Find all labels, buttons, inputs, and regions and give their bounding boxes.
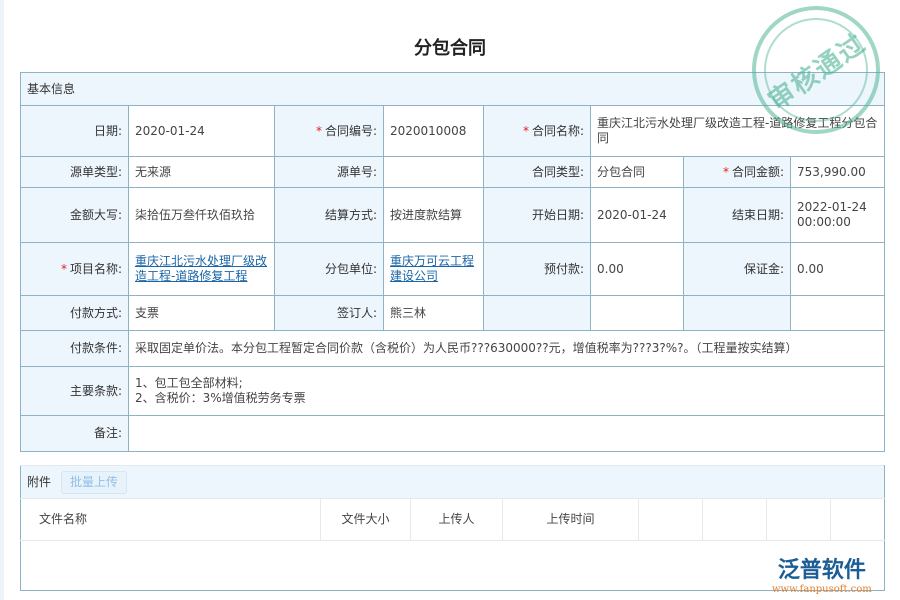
contract-type-value: 分包合同	[591, 157, 684, 188]
contract-name-value: 重庆江北污水处理厂级改造工程-道路修复工程分包合同	[591, 106, 885, 157]
attachments-table: 附件批量上传 文件名称 文件大小 上传人 上传时间	[20, 465, 885, 591]
contract-no-value: 2020010008	[384, 106, 484, 157]
deposit-value: 0.00	[791, 243, 885, 296]
end-date-label: 结束日期:	[684, 188, 791, 243]
col-empty	[639, 499, 703, 541]
contract-type-label: 合同类型:	[484, 157, 591, 188]
col-uploader: 上传人	[411, 499, 503, 541]
attachments-header: 附件批量上传	[21, 466, 885, 499]
contract-no-label: *合同编号:	[275, 106, 384, 157]
amount-value: 753,990.00	[791, 157, 885, 188]
left-scrollbar-track	[0, 0, 4, 600]
amount-upper-label: 金额大写:	[21, 188, 129, 243]
project-link[interactable]: 重庆江北污水处理厂级改造工程-道路修复工程	[135, 254, 267, 283]
col-empty	[831, 499, 885, 541]
col-file-size: 文件大小	[321, 499, 411, 541]
deposit-label: 保证金:	[684, 243, 791, 296]
empty-label-cell	[484, 296, 591, 331]
col-file-name: 文件名称	[21, 499, 321, 541]
main-terms-label: 主要条款:	[21, 367, 129, 416]
date-label: 日期:	[21, 106, 129, 157]
settle-label: 结算方式:	[275, 188, 384, 243]
basic-info-table: 基本信息 日期: 2020-01-24 *合同编号: 2020010008 *合…	[20, 72, 885, 452]
pay-method-value: 支票	[129, 296, 275, 331]
empty-label-cell	[684, 296, 791, 331]
sub-unit-label: 分包单位:	[275, 243, 384, 296]
start-date-label: 开始日期:	[484, 188, 591, 243]
prepay-label: 预付款:	[484, 243, 591, 296]
attachments-title: 附件	[27, 475, 51, 489]
start-date-value: 2020-01-24	[591, 188, 684, 243]
signer-value: 熊三林	[384, 296, 484, 331]
empty-value-cell	[591, 296, 684, 331]
project-label: *项目名称:	[21, 243, 129, 296]
col-empty	[767, 499, 831, 541]
main-terms-value: 1、包工包全部材料;2、含税价：3%增值税劳务专票	[129, 367, 885, 416]
source-no-label: 源单号:	[275, 157, 384, 188]
pay-terms-label: 付款条件:	[21, 331, 129, 367]
date-value: 2020-01-24	[129, 106, 275, 157]
attachments-empty-body	[21, 541, 885, 591]
remark-label: 备注:	[21, 416, 129, 452]
source-type-label: 源单类型:	[21, 157, 129, 188]
amount-label: *合同金额:	[684, 157, 791, 188]
empty-value-cell	[791, 296, 885, 331]
amount-upper-value: 柒拾伍万叁仟玖佰玖拾	[129, 188, 275, 243]
page-title: 分包合同	[0, 34, 900, 60]
fanpusoft-logo: 泛普软件 www.fanpusoft.com	[772, 552, 872, 595]
contract-name-label: *合同名称:	[484, 106, 591, 157]
signer-label: 签订人:	[275, 296, 384, 331]
batch-upload-button[interactable]: 批量上传	[61, 471, 127, 494]
col-upload-time: 上传时间	[503, 499, 639, 541]
end-date-value: 2022-01-24 00:00:00	[791, 188, 885, 243]
remark-value	[129, 416, 885, 452]
section-header-basic: 基本信息	[21, 73, 885, 106]
pay-method-label: 付款方式:	[21, 296, 129, 331]
sub-unit-link[interactable]: 重庆万可云工程建设公司	[390, 254, 474, 283]
col-empty	[703, 499, 767, 541]
pay-terms-value: 采取固定单价法。本分包工程暂定合同价款（含税价）为人民币???630000??元…	[129, 331, 885, 367]
source-type-value: 无来源	[129, 157, 275, 188]
settle-value: 按进度款结算	[384, 188, 484, 243]
prepay-value: 0.00	[591, 243, 684, 296]
source-no-value	[384, 157, 484, 188]
